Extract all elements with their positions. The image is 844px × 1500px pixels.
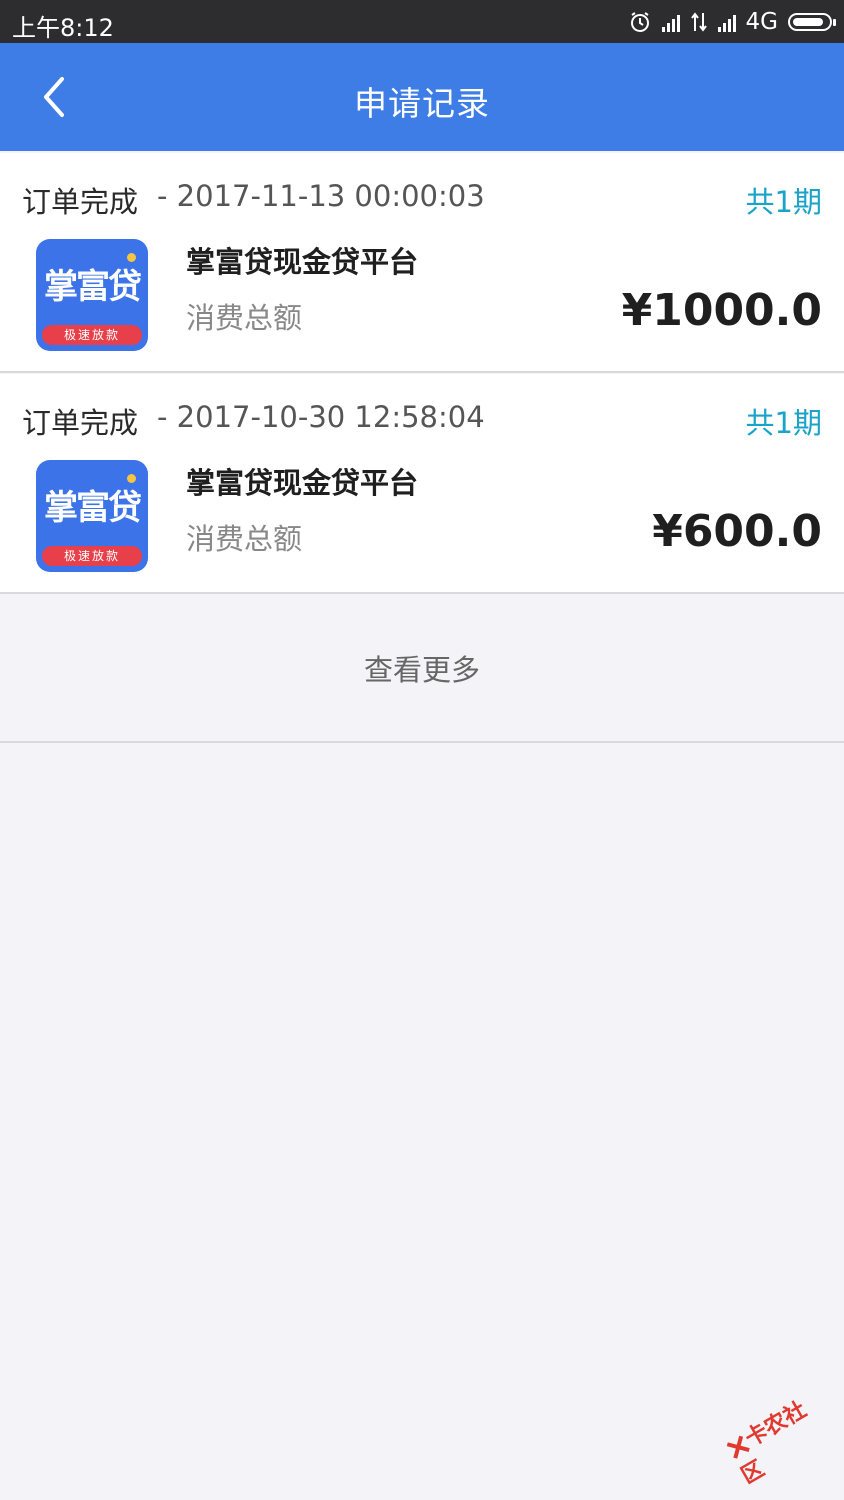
status-time: 上午8:12 [12, 14, 114, 42]
installment-periods: 共1期 [745, 185, 822, 219]
alarm-icon [630, 12, 649, 32]
signal-icon-2 [717, 12, 736, 32]
platform-logo: 掌富贷 极速放款 [36, 460, 148, 572]
order-date: - 2017-11-13 00:00:03 [157, 179, 485, 213]
platform-logo: 掌富贷 极速放款 [36, 239, 148, 351]
data-transfer-icon [690, 12, 707, 32]
order-status: 订单完成 [22, 406, 139, 440]
logo-text: 掌富贷 [44, 488, 142, 528]
watermark-logo: 卡农社区 [721, 1390, 843, 1500]
total-label: 消费总额 [186, 301, 303, 335]
platform-name: 掌富贷现金贷平台 [186, 466, 419, 500]
installment-periods: 共1期 [745, 406, 822, 440]
order-status: 订单完成 [22, 185, 139, 219]
app-bar: 申请记录 [0, 43, 844, 151]
total-label: 消费总额 [186, 522, 303, 556]
page-title: 申请记录 [354, 84, 490, 123]
logo-dot [127, 474, 136, 483]
logo-text: 掌富贷 [44, 267, 142, 307]
logo-dot [127, 253, 136, 262]
signal-icon [661, 12, 680, 32]
watermark-text: 卡农社区 [737, 1397, 811, 1490]
order-card[interactable]: 订单完成 - 2017-10-30 12:58:04 共1期 掌富贷 极速放款 … [0, 374, 844, 594]
network-type: 4G [745, 9, 778, 35]
order-date: - 2017-10-30 12:58:04 [157, 400, 485, 434]
battery-icon [788, 13, 836, 31]
logo-ribbon: 极速放款 [42, 546, 142, 566]
status-bar: 上午8:12 4G [0, 0, 844, 43]
order-amount: ¥600.0 [652, 506, 822, 557]
platform-name: 掌富贷现金贷平台 [186, 245, 419, 279]
order-amount: ¥1000.0 [621, 285, 822, 336]
load-more-button[interactable]: 查看更多 [0, 595, 844, 743]
status-icons: 4G [628, 8, 836, 36]
logo-ribbon: 极速放款 [42, 325, 142, 345]
order-card[interactable]: 订单完成 - 2017-11-13 00:00:03 共1期 掌富贷 极速放款 … [0, 153, 844, 373]
